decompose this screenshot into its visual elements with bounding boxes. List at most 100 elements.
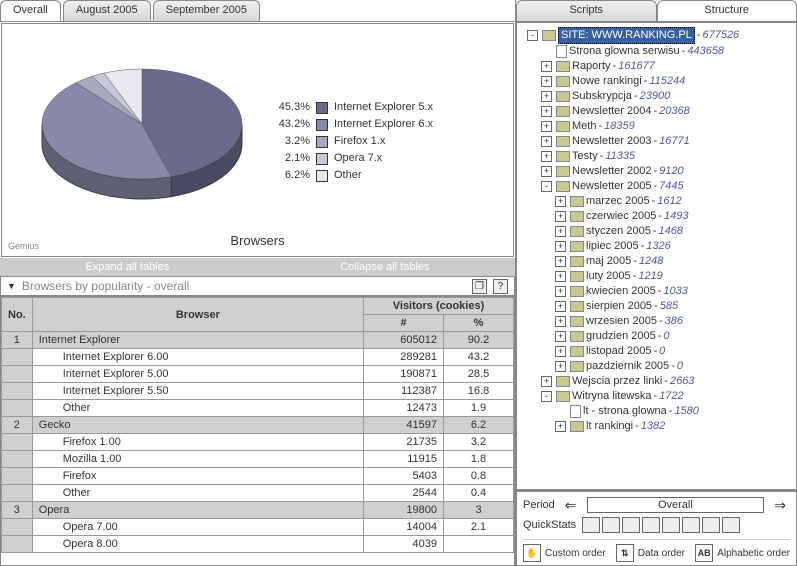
tree-node[interactable]: + sierpien 2005 - 585 [519,299,794,314]
tree-node[interactable]: + czerwiec 2005 - 1493 [519,209,794,224]
tree-node[interactable]: + Newsletter 2003 - 16771 [519,134,794,149]
expand-icon[interactable]: + [555,346,566,357]
qs-btn-1[interactable] [582,517,600,533]
expand-icon[interactable]: + [541,136,552,147]
data-order-button[interactable]: ⇅Data order [616,544,685,562]
tree-node[interactable]: + lt rankingi - 1382 [519,419,794,434]
folder-icon [570,361,584,372]
tab-sep2005[interactable]: September 2005 [153,0,260,21]
tree-node[interactable]: lt - strona glowna - 1580 [519,404,794,419]
folder-icon [570,211,584,222]
table-row[interactable]: Opera 8.004039 [2,536,514,553]
table-row[interactable]: Mozilla 1.00119151.8 [2,451,514,468]
tree-node[interactable]: Strona glowna serwisu - 443658 [519,44,794,59]
period-field[interactable]: Overall [587,497,765,513]
col-no: No. [2,298,33,332]
expand-icon[interactable]: + [555,196,566,207]
table-row[interactable]: Internet Explorer 6.0028928143.2 [2,349,514,366]
tree-node[interactable]: + styczen 2005 - 1468 [519,224,794,239]
expand-icon[interactable]: + [555,301,566,312]
collapse-toggle-icon[interactable]: ▼ [7,281,16,291]
expand-icon[interactable]: - [541,391,552,402]
expand-icon[interactable]: + [541,151,552,162]
tree-node[interactable]: - Newsletter 2005 - 7445 [519,179,794,194]
qs-btn-4[interactable] [642,517,660,533]
table-row[interactable]: Opera 7.00140042.1 [2,519,514,536]
expand-icon[interactable]: + [555,331,566,342]
qs-btn-7[interactable] [702,517,720,533]
copy-icon[interactable]: ❐ [472,279,487,294]
tree-node[interactable]: + marzec 2005 - 1612 [519,194,794,209]
tab-overall[interactable]: Overall [0,0,61,21]
table-row[interactable]: Internet Explorer 5.5011238716.8 [2,383,514,400]
tree-node[interactable]: - SITE: WWW.RANKING.PL - 677526 [519,27,794,44]
tree-node[interactable]: + Subskrypcja - 23900 [519,89,794,104]
expand-icon[interactable]: + [541,121,552,132]
expand-icon[interactable]: + [555,316,566,327]
expand-icon[interactable]: + [541,76,552,87]
expand-icon[interactable]: + [555,271,566,282]
table-row[interactable]: Internet Explorer 5.0019087128.5 [2,366,514,383]
expand-icon[interactable]: + [541,106,552,117]
tree-node[interactable]: + maj 2005 - 1248 [519,254,794,269]
table-row[interactable]: Firefox 1.00217353.2 [2,434,514,451]
qs-btn-5[interactable] [662,517,680,533]
tree-node[interactable]: + luty 2005 - 1219 [519,269,794,284]
qs-btn-3[interactable] [622,517,640,533]
custom-order-button[interactable]: ✋Custom order [523,544,606,562]
expand-icon[interactable]: + [555,211,566,222]
tree-node[interactable]: + listopad 2005 - 0 [519,344,794,359]
period-next-icon[interactable]: ⇒ [770,497,790,514]
expand-icon[interactable]: + [555,286,566,297]
expand-icon[interactable]: + [541,166,552,177]
collapse-all-link[interactable]: Collapse all tables [340,261,429,273]
expand-icon[interactable]: - [541,181,552,192]
folder-icon [556,391,570,402]
qs-btn-8[interactable] [722,517,740,533]
table-row[interactable]: Other25440.4 [2,485,514,502]
expand-icon[interactable]: + [555,241,566,252]
tree-node[interactable]: + grudzien 2005 - 0 [519,329,794,344]
table-row[interactable]: Firefox54030.8 [2,468,514,485]
help-icon[interactable]: ? [493,279,508,294]
expand-all-link[interactable]: Expand all tables [85,261,169,273]
tab-scripts[interactable]: Scripts [516,0,657,21]
col-count: # [364,315,444,332]
pie-chart [32,54,252,224]
folder-icon [570,331,584,342]
expand-icon[interactable]: + [541,61,552,72]
tree-node[interactable]: + pazdziernik 2005 - 0 [519,359,794,374]
legend-swatch [316,153,328,165]
document-icon [556,45,567,58]
left-tabs: Overall August 2005 September 2005 [0,0,515,22]
table-group-row[interactable]: 3Opera198003 [2,502,514,519]
tab-aug2005[interactable]: August 2005 [63,0,151,21]
expand-icon[interactable]: + [541,376,552,387]
tree-node[interactable]: + Meth - 18359 [519,119,794,134]
legend-item: 2.1%Opera 7.x [272,150,433,167]
tree-node[interactable]: + Nowe rankingi - 115244 [519,74,794,89]
tab-structure[interactable]: Structure [657,0,797,21]
qs-btn-2[interactable] [602,517,620,533]
period-prev-icon[interactable]: ⇐ [561,497,581,514]
expand-icon[interactable]: + [555,421,566,432]
tree-node[interactable]: + Newsletter 2004 - 20368 [519,104,794,119]
tree-node[interactable]: + Raporty - 161677 [519,59,794,74]
expand-icon[interactable]: + [555,226,566,237]
expand-icon[interactable]: - [527,30,538,41]
tree-node[interactable]: - Witryna litewska - 1722 [519,389,794,404]
expand-icon[interactable]: + [541,91,552,102]
tree-node[interactable]: + lipiec 2005 - 1326 [519,239,794,254]
expand-icon[interactable]: + [555,361,566,372]
tree-node[interactable]: + Newsletter 2002 - 9120 [519,164,794,179]
tree-node[interactable]: + kwiecien 2005 - 1033 [519,284,794,299]
qs-btn-6[interactable] [682,517,700,533]
alpha-order-button[interactable]: ABAlphabetic order [695,544,790,562]
table-row[interactable]: Other124731.9 [2,400,514,417]
table-group-row[interactable]: 1Internet Explorer60501290.2 [2,332,514,349]
table-group-row[interactable]: 2Gecko415976.2 [2,417,514,434]
tree-node[interactable]: + Testy - 11335 [519,149,794,164]
tree-node[interactable]: + Wejscia przez linki - 2663 [519,374,794,389]
expand-icon[interactable]: + [555,256,566,267]
tree-node[interactable]: + wrzesien 2005 - 386 [519,314,794,329]
